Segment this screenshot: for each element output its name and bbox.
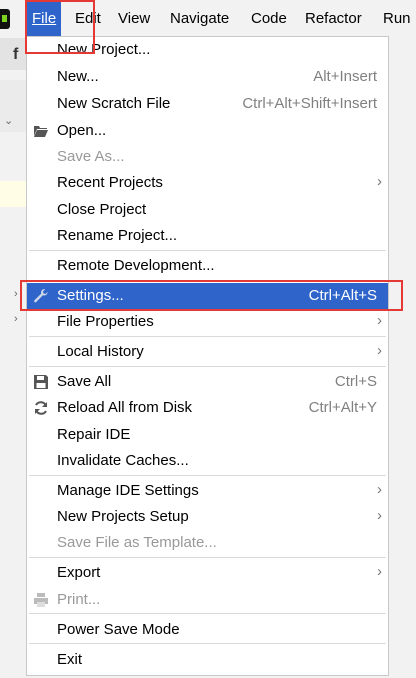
menu-item-recent-projects[interactable]: Recent Projects › <box>27 170 388 196</box>
chevron-right-icon: › <box>377 563 382 580</box>
chevron-right-icon: › <box>14 288 18 300</box>
menu-item-save-as[interactable]: Save As... <box>27 144 388 170</box>
printer-icon <box>33 592 49 608</box>
menu-item-remote-development[interactable]: Remote Development... <box>27 253 388 279</box>
background-editor-strip <box>0 38 26 678</box>
save-icon <box>33 374 49 390</box>
background-project-text: f <box>13 46 19 63</box>
menu-run[interactable]: Run <box>378 0 416 38</box>
menu-item-close-project[interactable]: Close Project <box>27 197 388 223</box>
menu-item-new-projects-setup[interactable]: New Projects Setup › <box>27 504 388 530</box>
menu-item-print[interactable]: Print... <box>27 587 388 613</box>
menu-separator <box>29 613 386 614</box>
menu-item-rename-project[interactable]: Rename Project... <box>27 223 388 249</box>
annotation-highlight-settings <box>20 280 403 311</box>
menu-item-reload-all-from-disk[interactable]: Reload All from Disk Ctrl+Alt+Y <box>27 395 388 421</box>
menu-separator <box>29 475 386 476</box>
folder-icon <box>33 123 49 139</box>
menu-code[interactable]: Code <box>246 0 292 38</box>
chevron-right-icon: › <box>377 342 382 359</box>
menu-separator <box>29 250 386 251</box>
menu-item-file-properties[interactable]: File Properties › <box>27 309 388 335</box>
app-logo-icon <box>0 9 10 29</box>
chevron-down-icon: ⌄ <box>4 115 14 127</box>
chevron-right-icon: › <box>14 313 18 325</box>
chevron-right-icon: › <box>377 312 382 329</box>
menu-item-local-history[interactable]: Local History › <box>27 339 388 365</box>
menu-item-exit[interactable]: Exit <box>27 647 388 673</box>
menu-item-repair-ide[interactable]: Repair IDE <box>27 422 388 448</box>
chevron-right-icon: › <box>377 173 382 190</box>
menu-view[interactable]: View <box>113 0 155 38</box>
menu-item-invalidate-caches[interactable]: Invalidate Caches... <box>27 448 388 474</box>
menu-item-open[interactable]: Open... <box>27 118 388 144</box>
menu-item-save-file-as-template[interactable]: Save File as Template... <box>27 530 388 556</box>
annotation-highlight-file <box>25 0 95 54</box>
menu-separator <box>29 643 386 644</box>
file-menu-dropdown: New Project... New... Alt+Insert New Scr… <box>26 36 389 676</box>
chevron-right-icon: › <box>377 507 382 524</box>
menu-separator <box>29 336 386 337</box>
menu-item-manage-ide-settings[interactable]: Manage IDE Settings › <box>27 478 388 504</box>
menu-separator <box>29 366 386 367</box>
menu-refactor[interactable]: Refactor <box>300 0 367 38</box>
menu-item-save-all[interactable]: Save All Ctrl+S <box>27 369 388 395</box>
menu-item-new[interactable]: New... Alt+Insert <box>27 64 388 90</box>
reload-icon <box>33 400 49 416</box>
menu-navigate[interactable]: Navigate <box>165 0 234 38</box>
menu-item-new-scratch-file[interactable]: New Scratch File Ctrl+Alt+Shift+Insert <box>27 91 388 117</box>
background-highlight-row <box>0 181 26 207</box>
menu-separator <box>29 557 386 558</box>
chevron-right-icon: › <box>377 481 382 498</box>
menu-item-export[interactable]: Export › <box>27 560 388 586</box>
menu-item-power-save-mode[interactable]: Power Save Mode <box>27 617 388 643</box>
